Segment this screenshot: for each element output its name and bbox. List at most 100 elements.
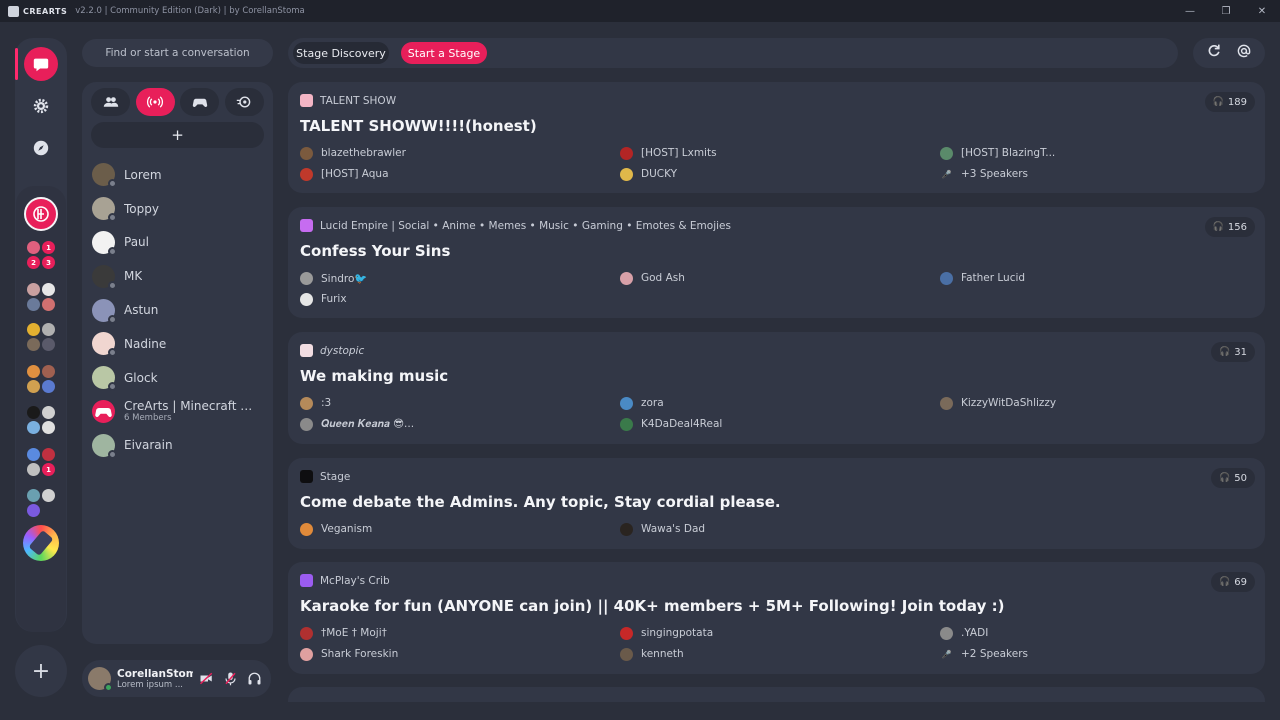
server-folder[interactable]: 1 (24, 445, 58, 479)
stage-title: Confess Your Sins (300, 242, 451, 260)
avatar (300, 396, 313, 410)
avatar (620, 146, 633, 160)
speaker-name: .YADI (961, 627, 989, 639)
avatar (620, 626, 633, 640)
avatar (620, 167, 633, 181)
speaker-name: Wawa's Dad (641, 523, 706, 535)
deafen-button[interactable] (245, 670, 263, 688)
status-indicator-icon (108, 280, 117, 290)
dm-list-item[interactable]: Glock (92, 361, 267, 395)
status-indicator-icon (108, 382, 117, 392)
dm-list-item[interactable]: Eivarain (92, 428, 267, 462)
server-icon (42, 283, 55, 296)
speaker-name: 𝑸𝒖𝒆𝒆𝒏 𝑲𝒆𝒂𝒏𝒂 😎... (321, 417, 415, 430)
dm-name: Astun (124, 303, 159, 318)
tab-stages[interactable] (135, 88, 175, 116)
title-bar: CREARTS v2.2.0 | Community Edition (Dark… (0, 0, 1280, 22)
tab-stage-discovery[interactable]: Stage Discovery (293, 42, 389, 64)
close-icon: ✕ (1257, 5, 1267, 17)
more-speakers: 🎤 +3 Speakers (940, 167, 1260, 181)
dm-list-item[interactable]: Toppy (92, 192, 267, 226)
avatar (300, 271, 313, 285)
online-status-icon (104, 683, 113, 692)
speaker: Sindro🐦 (300, 271, 620, 285)
dm-list-item[interactable]: Paul (92, 226, 267, 260)
dm-list-item[interactable]: Lorem (92, 158, 267, 192)
status-indicator-icon (108, 449, 117, 459)
speaker-list: :3 zora KizzyWitDaShlizzy 𝑸𝒖𝒆𝒆𝒏 𝑲𝒆𝒂𝒏𝒂 😎... K… (300, 396, 1260, 431)
crearts-server-icon[interactable] (24, 197, 58, 231)
stage-card[interactable]: Lucid Empire | Social • Anime • Memes • … (288, 207, 1265, 318)
minimize-button[interactable]: — (1172, 0, 1208, 22)
settings-button[interactable] (24, 89, 58, 123)
server-icon (27, 489, 40, 502)
refresh-button[interactable] (1206, 43, 1222, 63)
server-icon (42, 489, 55, 502)
maximize-button[interactable]: ❐ (1208, 0, 1244, 22)
listener-count: 🎧 156 (1204, 217, 1255, 237)
server-icon (42, 323, 55, 336)
server-folder[interactable]: 1 2 3 (24, 238, 58, 272)
speaker: 𝑸𝒖𝒆𝒆𝒏 𝑲𝒆𝒂𝒏𝒂 😎... (300, 417, 620, 431)
dm-list-item[interactable]: MK (92, 259, 267, 293)
tab-friends[interactable] (91, 88, 130, 116)
speaker: Shark Foreskin (300, 647, 620, 661)
avatar (940, 146, 953, 160)
server-folder[interactable] (24, 403, 58, 437)
explore-button[interactable] (24, 131, 58, 165)
avatar (940, 271, 953, 285)
mute-button[interactable] (221, 670, 239, 688)
server-icon (300, 574, 313, 587)
server-icon (42, 380, 55, 393)
speaker-list: blazethebrawler [HOST] Lxmits [HOST] Blazi… (300, 146, 1260, 181)
rainbow-server-icon[interactable] (23, 525, 59, 561)
mention-badge: 1 (42, 241, 55, 254)
speaker-name: Sindro🐦 (321, 272, 368, 285)
new-dm-button[interactable]: + (91, 122, 264, 148)
video-off-icon (199, 672, 212, 685)
mention-badge: 2 (27, 256, 40, 269)
server-icon (300, 344, 313, 357)
conversation-search-input[interactable]: Find or start a conversation (82, 39, 273, 67)
server-icon (27, 504, 40, 517)
speaker-list: Veganism Wawa's Dad (300, 522, 1260, 536)
avatar[interactable] (88, 667, 113, 692)
stage-card[interactable]: Stage 🎧 50 Come debate the Admins. Any topi… (288, 458, 1265, 549)
speaker-name: Shark Foreskin (321, 648, 399, 660)
listener-count: 🎧 189 (1204, 92, 1255, 112)
avatar (92, 197, 117, 223)
stage-title: Karaoke for fun (ANYONE can join) || 40K… (300, 597, 1005, 615)
server-icon (42, 338, 55, 351)
dm-name: Nadine (124, 336, 167, 351)
speaker-name: Father Lucid (961, 272, 1026, 284)
server-folder[interactable] (24, 280, 58, 314)
dm-list-item[interactable]: Astun (92, 293, 267, 327)
friends-icon (103, 97, 118, 107)
stage-card[interactable]: TALENT SHOW 🎧 189 TALENT SHOWW!!!!(honest) b… (288, 82, 1265, 193)
server-folder[interactable] (24, 320, 58, 354)
server-icon (27, 421, 40, 434)
close-button[interactable]: ✕ (1244, 0, 1280, 22)
chat-button[interactable] (24, 47, 58, 81)
add-server-button[interactable]: + (15, 645, 67, 697)
server-folder[interactable] (24, 486, 58, 520)
video-off-button[interactable] (197, 670, 215, 688)
mention-icon (1237, 44, 1251, 58)
tab-activity[interactable] (224, 88, 264, 116)
mentions-button[interactable] (1236, 43, 1252, 63)
server-folder[interactable] (24, 362, 58, 396)
tab-games[interactable] (180, 88, 220, 116)
start-stage-button[interactable]: Start a Stage (401, 42, 487, 64)
stage-card[interactable] (288, 687, 1265, 702)
dm-name: MK (124, 269, 143, 284)
status-indicator-icon (108, 348, 117, 358)
dm-list-item[interactable]: CreArts | Minecraft 21... 6 Members (92, 395, 267, 429)
stage-title: Come debate the Admins. Any topic, Stay … (300, 493, 781, 511)
server-icon (27, 463, 40, 476)
stage-card[interactable]: McPlay's Crib 🎧 69 Karaoke for fun (ANYONE … (288, 562, 1265, 674)
user-panel: CorellanStoma Lorem ipsum ... (82, 660, 271, 697)
speaker: Furix (300, 292, 620, 306)
server-name: Lucid Empire | Social • Anime • Memes • … (320, 219, 731, 232)
stage-card[interactable]: dystopic 🎧 31 We making music:3 zora KizzyWit… (288, 332, 1265, 444)
dm-list-item[interactable]: Nadine (92, 327, 267, 361)
